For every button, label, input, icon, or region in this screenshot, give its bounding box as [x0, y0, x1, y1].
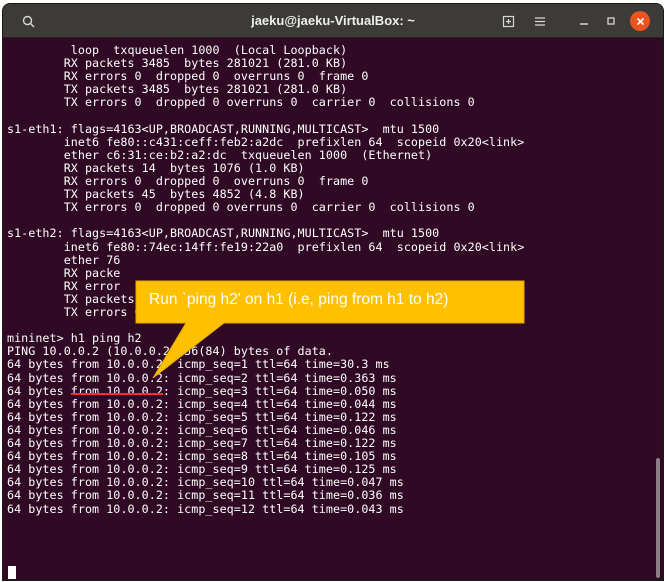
terminal-output[interactable]: loop txqueuelen 1000 (Local Loopback) RX… [3, 38, 663, 580]
maximize-icon [607, 17, 615, 25]
minimize-button[interactable] [573, 10, 595, 32]
terminal-line: RX packets 3485 bytes 281021 (281.0 KB) [7, 56, 348, 71]
terminal-line: 64 bytes from 10.0.0.2: icmp_seq=10 ttl=… [7, 475, 404, 490]
scrollbar[interactable] [656, 458, 660, 578]
window-title: jaeku@jaeku-VirtualBox: ~ [251, 13, 415, 28]
close-button[interactable] [630, 11, 650, 31]
terminal-line: 64 bytes from 10.0.0.2: icmp_seq=6 ttl=6… [7, 422, 397, 437]
terminal-line: ether 76 [7, 252, 121, 267]
command-underline [71, 393, 163, 395]
terminal-line: 64 bytes from 10.0.0.2: icmp_seq=11 ttl=… [7, 488, 404, 503]
terminal-line: RX error [7, 278, 121, 293]
terminal-line: s1-eth2: flags=4163<UP,BROADCAST,RUNNING… [7, 226, 440, 241]
menu-button[interactable] [529, 10, 551, 32]
terminal-line: mininet> h1 ping h2 [7, 331, 142, 346]
maximize-button[interactable] [600, 10, 622, 32]
terminal-line: s1-eth1: flags=4163<UP,BROADCAST,RUNNING… [7, 121, 440, 136]
terminal-line: TX errors 0 dropped 0 overruns 0 carrier… [7, 200, 475, 215]
terminal-line: loop txqueuelen 1000 (Local Loopback) [7, 43, 348, 57]
terminal-line: 64 bytes from 10.0.0.2: icmp_seq=1 ttl=6… [7, 357, 390, 372]
terminal-line: RX errors 0 dropped 0 overruns 0 frame 0 [7, 69, 369, 84]
terminal-line: ether c6:31:ce:b2:a2:dc txqueuelen 1000 … [7, 147, 433, 162]
terminal-line: RX packe [7, 265, 121, 280]
terminal-line: 64 bytes from 10.0.0.2: icmp_seq=8 ttl=6… [7, 449, 397, 464]
terminal-line: 64 bytes from 10.0.0.2: icmp_seq=2 ttl=6… [7, 370, 397, 385]
title-bar: jaeku@jaeku-VirtualBox: ~ [3, 4, 663, 38]
close-icon [636, 17, 644, 25]
terminal-line: 64 bytes from 10.0.0.2: icmp_seq=7 ttl=6… [7, 436, 397, 450]
terminal-line: TX packets 3485 bytes 281021 (281.0 KB) [7, 82, 348, 97]
terminal-line: RX errors 0 dropped 0 overruns 0 frame 0 [7, 174, 369, 188]
terminal-line: inet6 fe80::c431:ceff:feb2:a2dc prefixle… [7, 134, 525, 149]
terminal-line: TX packets 45 bytes 4852 (4.8 KB) [7, 187, 305, 202]
minimize-icon [580, 23, 588, 25]
terminal-line: 64 bytes from 10.0.0.2: icmp_seq=4 ttl=6… [7, 396, 397, 411]
text-cursor [8, 566, 16, 579]
new-tab-button[interactable] [497, 10, 519, 32]
new-tab-icon [502, 15, 514, 27]
terminal-line: 64 bytes from 10.0.0.2: icmp_seq=3 ttl=6… [7, 383, 397, 398]
terminal-line: TX errors 0 dropped 0 overruns 0 carrier… [7, 95, 475, 110]
hamburger-menu-icon [535, 16, 545, 26]
terminal-line: inet6 fe80::74ec:14ff:fe19:22a0 prefixle… [7, 239, 525, 254]
terminal-line: 64 bytes from 10.0.0.2: icmp_seq=12 ttl=… [7, 501, 404, 516]
terminal-line: 64 bytes from 10.0.0.2: icmp_seq=5 ttl=6… [7, 409, 397, 424]
terminal-line: PING 10.0.0.2 (10.0.0.2) 56(84) bytes of… [7, 344, 333, 359]
callout-text: Run `ping h2' on h1 (i.e, ping from h1 t… [149, 291, 449, 308]
terminal-line: RX packets 14 bytes 1076 (1.0 KB) [7, 160, 305, 175]
terminal-line: 64 bytes from 10.0.0.2: icmp_seq=9 ttl=6… [7, 462, 397, 477]
